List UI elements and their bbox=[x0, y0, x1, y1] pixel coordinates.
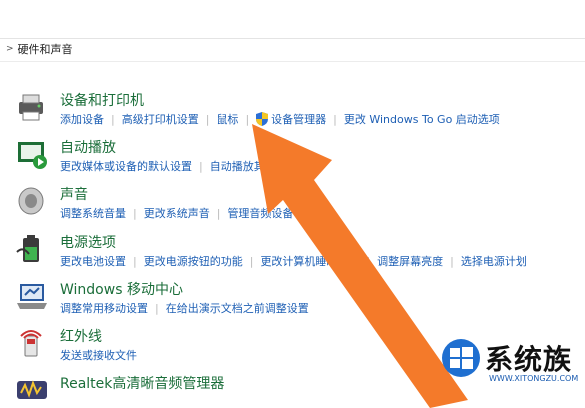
link-change-battery-settings[interactable]: 更改电池设置 bbox=[60, 253, 126, 269]
category-links: 更改电池设置 | 更改电源按钮的功能 | 更改计算机睡眠时间 | 调整屏幕亮度 … bbox=[60, 253, 527, 269]
separator: | bbox=[366, 254, 371, 268]
link-device-manager[interactable]: 设备管理器 bbox=[271, 111, 326, 127]
separator: | bbox=[216, 206, 221, 220]
category-links: 发送或接收文件 bbox=[60, 347, 137, 363]
printer-icon[interactable] bbox=[15, 90, 49, 124]
speaker-icon[interactable] bbox=[15, 184, 49, 218]
link-manage-audio-devices[interactable]: 管理音频设备 bbox=[227, 205, 293, 221]
link-adjust-volume[interactable]: 调整系统音量 bbox=[60, 205, 126, 221]
laptop-icon[interactable] bbox=[15, 279, 49, 313]
link-advanced-printer-settings[interactable]: 高级打印机设置 bbox=[122, 111, 199, 127]
link-add-device[interactable]: 添加设备 bbox=[60, 111, 104, 127]
category-title[interactable]: Windows 移动中心 bbox=[60, 279, 183, 299]
link-choose-power-plan[interactable]: 选择电源计划 bbox=[461, 253, 527, 269]
category-title[interactable]: 自动播放 bbox=[60, 137, 116, 157]
shield-icon bbox=[256, 112, 269, 126]
separator: | bbox=[155, 301, 159, 315]
category-links: 调整系统音量 | 更改系统声音 | 管理音频设备 bbox=[60, 205, 293, 221]
category-links: 调整常用移动设置 | 在给出演示文档之前调整设置 bbox=[60, 300, 309, 316]
category-title[interactable]: 声音 bbox=[60, 184, 88, 204]
link-presentation-settings[interactable]: 在给出演示文档之前调整设置 bbox=[166, 300, 309, 316]
link-send-receive-files[interactable]: 发送或接收文件 bbox=[60, 347, 137, 363]
separator: | bbox=[450, 254, 454, 268]
separator: | bbox=[205, 112, 210, 126]
link-mouse[interactable]: 鼠标 bbox=[216, 111, 238, 127]
autoplay-icon[interactable] bbox=[15, 137, 49, 171]
windows-logo-icon bbox=[442, 339, 480, 377]
separator: | bbox=[111, 112, 115, 126]
realtek-audio-icon[interactable] bbox=[15, 373, 49, 407]
separator: | bbox=[245, 112, 250, 126]
separator: | bbox=[133, 206, 137, 220]
category-links: 添加设备 | 高级打印机设置 | 鼠标 | 设备管理器 | 更改 Windows… bbox=[60, 111, 500, 127]
link-change-default-media-settings[interactable]: 更改媒体或设备的默认设置 bbox=[60, 158, 192, 174]
category-title[interactable]: 红外线 bbox=[60, 326, 102, 346]
watermark-brand: 系统族 bbox=[485, 343, 573, 376]
link-power-button-function[interactable]: 更改电源按钮的功能 bbox=[144, 253, 243, 269]
separator: | bbox=[199, 159, 203, 173]
link-autoplay-other-media[interactable]: 自动播放其他媒体 bbox=[210, 158, 298, 174]
link-change-sleep-time[interactable]: 更改计算机睡眠时间 bbox=[260, 253, 359, 269]
battery-icon[interactable] bbox=[15, 232, 49, 266]
separator: | bbox=[249, 254, 254, 268]
link-adjust-mobility-settings[interactable]: 调整常用移动设置 bbox=[60, 300, 148, 316]
infrared-icon[interactable] bbox=[15, 326, 49, 360]
watermark-url: WWW.XITONGZU.COM bbox=[489, 374, 579, 383]
link-change-system-sounds[interactable]: 更改系统声音 bbox=[144, 205, 210, 221]
category-title[interactable]: 电源选项 bbox=[60, 232, 116, 252]
watermark-logo: 系统族 WWW.XITONGZU.COM bbox=[437, 330, 585, 408]
category-title[interactable]: Realtek高清晰音频管理器 bbox=[60, 373, 224, 393]
link-windows-to-go[interactable]: 更改 Windows To Go 启动选项 bbox=[344, 111, 500, 127]
category-links: 更改媒体或设备的默认设置 | 自动播放其他媒体 bbox=[60, 158, 298, 174]
separator: | bbox=[333, 112, 337, 126]
link-adjust-brightness[interactable]: 调整屏幕亮度 bbox=[377, 253, 443, 269]
separator: | bbox=[133, 254, 137, 268]
category-title[interactable]: 设备和打印机 bbox=[60, 90, 144, 110]
